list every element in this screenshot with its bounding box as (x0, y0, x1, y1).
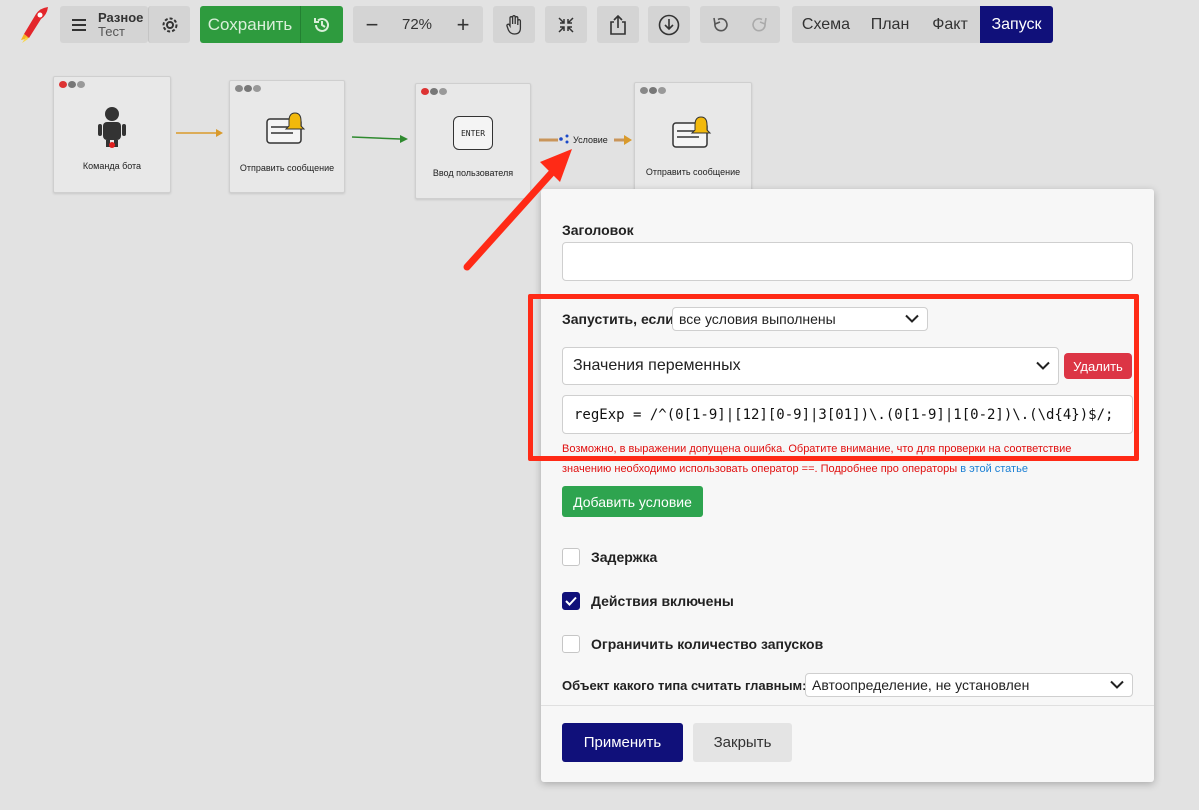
limit-runs-label: Ограничить количество запусков (591, 636, 824, 652)
main-object-label: Объект какого типа считать главным: (562, 678, 807, 693)
node-status-icons (59, 81, 85, 88)
limit-runs-checkbox[interactable] (562, 635, 580, 653)
node-status-icons (235, 85, 261, 92)
delay-checkbox[interactable] (562, 548, 580, 566)
actions-enabled-checkbox[interactable] (562, 592, 580, 610)
checkmark-icon (565, 596, 577, 606)
condition-label[interactable]: Условие (573, 135, 608, 145)
actions-enabled-checkbox-row[interactable]: Действия включены (562, 592, 734, 610)
limit-runs-checkbox-row[interactable]: Ограничить количество запусков (562, 635, 823, 653)
enter-key-icon: ENTER (453, 116, 493, 150)
main-object-value: Автоопределение, не установлен (812, 677, 1030, 693)
annotation-highlight-box (528, 294, 1139, 461)
main-object-select[interactable]: Автоопределение, не установлен (805, 673, 1133, 697)
node-caption: Команда бота (82, 161, 142, 171)
close-button[interactable]: Закрыть (693, 723, 792, 762)
footer-divider (541, 705, 1154, 706)
node-caption: Ввод пользователя (432, 168, 514, 178)
delay-checkbox-row[interactable]: Задержка (562, 548, 657, 566)
flow-node-send-message[interactable]: Отправить сообщение (229, 80, 345, 193)
warning-line: значению необходимо использовать операто… (562, 463, 961, 475)
node-status-icons (640, 87, 666, 94)
flow-node-user-input[interactable]: ENTER Ввод пользователя (415, 83, 531, 199)
delay-label: Задержка (591, 549, 658, 565)
actions-enabled-label: Действия включены (591, 593, 734, 609)
condition-settings-dialog: Заголовок Запустить, если все условия вы… (541, 189, 1154, 782)
flow-node-send-message-2[interactable]: Отправить сообщение (634, 82, 752, 192)
node-status-icons (421, 88, 447, 95)
operators-article-link[interactable]: в этой статье (960, 463, 1028, 475)
flow-node-bot-command[interactable]: Команда бота (53, 76, 171, 193)
add-condition-button[interactable]: Добавить условие (562, 486, 703, 517)
message-bell-icon (265, 111, 309, 145)
chevron-down-icon (1110, 680, 1124, 690)
title-input[interactable] (562, 242, 1133, 281)
message-bell-icon (671, 115, 715, 149)
apply-button[interactable]: Применить (562, 723, 683, 762)
title-label: Заголовок (562, 222, 634, 238)
node-caption: Отправить сообщение (239, 163, 335, 173)
node-caption: Отправить сообщение (645, 167, 741, 177)
robot-icon (97, 105, 127, 149)
